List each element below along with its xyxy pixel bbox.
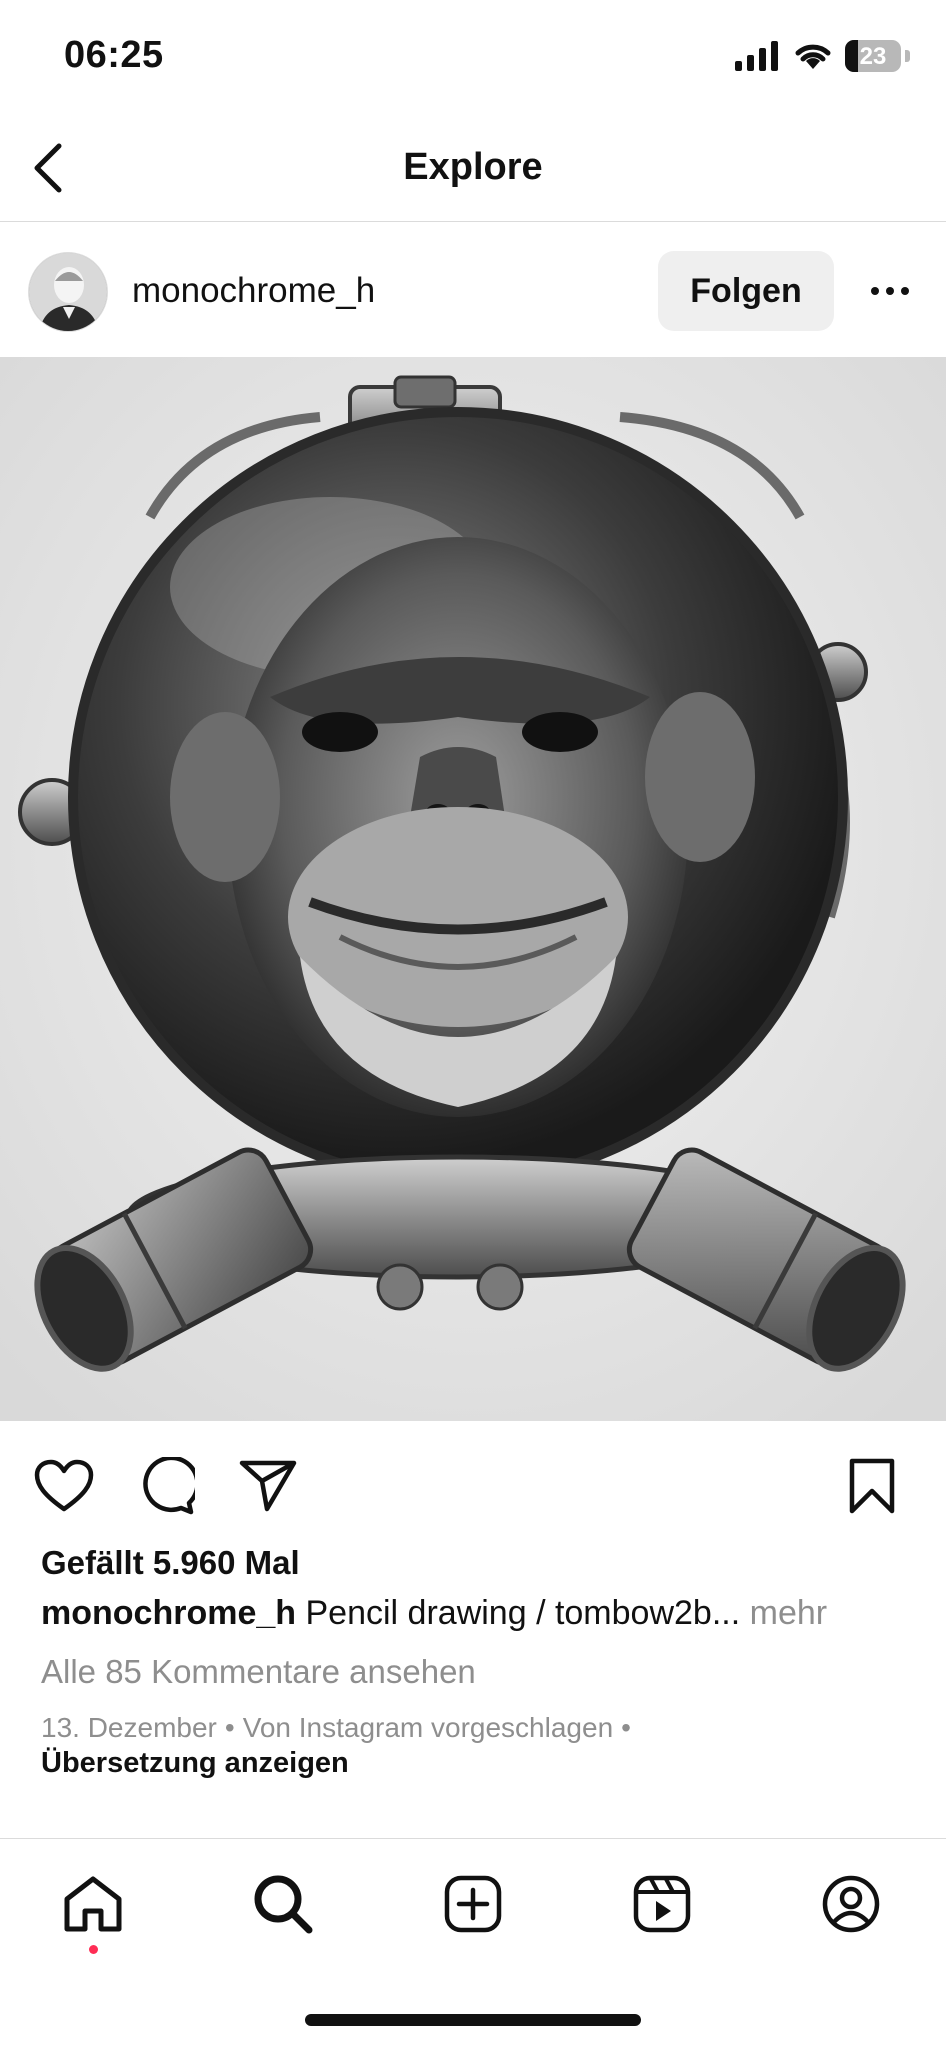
view-comments-link[interactable]: Alle 85 Kommentare ansehen — [41, 1653, 476, 1691]
post-username[interactable]: monochrome_h — [132, 271, 375, 311]
tab-reels[interactable] — [627, 1869, 697, 1939]
separator: • — [621, 1712, 631, 1743]
search-icon — [254, 1875, 313, 1934]
send-icon — [239, 1460, 297, 1512]
status-bar: 06:25 23 — [0, 0, 946, 110]
caption-text: Pencil drawing / tombow2b... — [305, 1594, 741, 1632]
pencil-drawing-image — [0, 357, 946, 1421]
more-dot — [901, 287, 909, 295]
caption-more-link[interactable]: mehr — [750, 1594, 827, 1632]
battery-icon: 23 — [845, 40, 901, 72]
post-date: 13. Dezember — [41, 1712, 217, 1743]
tab-profile[interactable] — [816, 1869, 886, 1939]
more-dot — [871, 287, 879, 295]
post-header: monochrome_h Folgen — [0, 223, 946, 357]
wifi-icon — [795, 44, 831, 69]
notification-dot — [89, 1945, 98, 1954]
tab-create[interactable] — [438, 1869, 508, 1939]
tab-bar — [0, 1838, 946, 1968]
tab-home[interactable] — [58, 1869, 128, 1939]
comment-icon — [143, 1457, 195, 1515]
share-button[interactable] — [236, 1454, 300, 1518]
profile-icon — [822, 1875, 880, 1933]
like-button[interactable] — [32, 1454, 96, 1518]
comment-button[interactable] — [134, 1454, 198, 1518]
avatar[interactable] — [28, 252, 108, 332]
avatar-portrait — [29, 253, 107, 331]
more-options-icon[interactable] — [858, 268, 922, 314]
post-actions — [0, 1444, 946, 1524]
nav-bar: Explore — [0, 110, 946, 222]
save-button[interactable] — [840, 1454, 904, 1518]
suggested-label: Von Instagram vorgeschlagen — [242, 1712, 614, 1743]
separator: • — [224, 1712, 235, 1743]
follow-button[interactable]: Folgen — [658, 251, 834, 331]
post-caption: monochrome_h Pencil drawing / tombow2b..… — [41, 1594, 827, 1633]
post-meta: 13. Dezember • Von Instagram vorgeschlagen… — [41, 1712, 639, 1744]
home-indicator[interactable] — [305, 2014, 641, 2026]
caption-username[interactable]: monochrome_h — [41, 1594, 296, 1632]
reels-icon — [633, 1875, 691, 1933]
bookmark-icon — [849, 1458, 895, 1514]
tab-search[interactable] — [248, 1869, 318, 1939]
more-dot — [886, 287, 894, 295]
status-icons: 23 — [735, 40, 910, 72]
translate-link[interactable]: Übersetzung anzeigen — [41, 1747, 349, 1780]
create-icon — [444, 1875, 502, 1933]
status-time: 06:25 — [64, 34, 164, 76]
battery-level: 23 — [859, 43, 887, 70]
battery-tip — [905, 50, 910, 62]
post-image[interactable] — [0, 357, 946, 1421]
cellular-signal-icon — [735, 41, 778, 71]
likes-count[interactable]: Gefällt 5.960 Mal — [41, 1544, 300, 1582]
heart-icon — [34, 1459, 94, 1512]
page-title: Explore — [403, 146, 543, 188]
home-icon — [64, 1876, 122, 1932]
